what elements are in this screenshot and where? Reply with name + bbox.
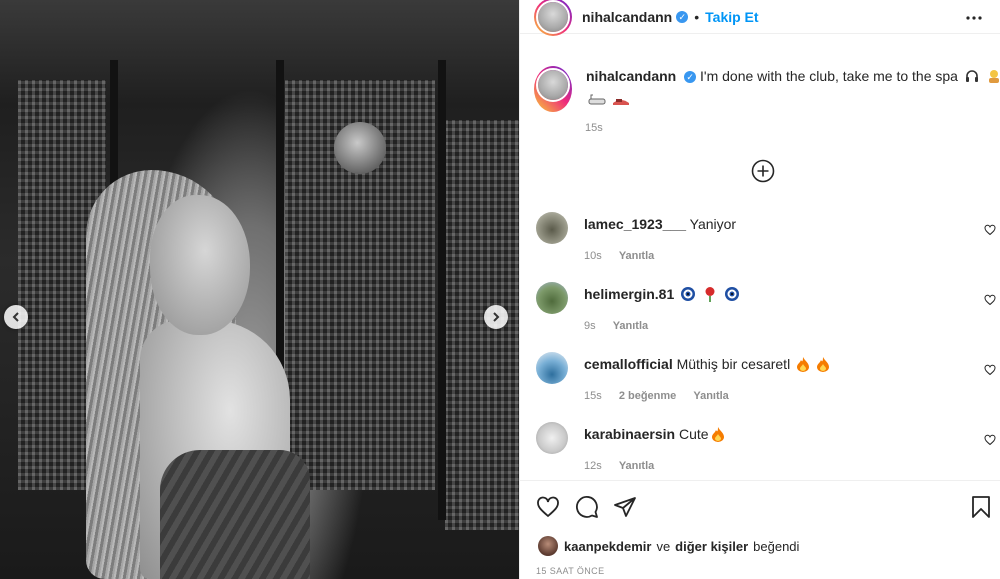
carousel-prev-button[interactable]: [4, 305, 28, 329]
liker-avatar[interactable]: [538, 536, 558, 556]
comment-item: cemallofficial Müthiş bir cesaretl 15s 2…: [536, 352, 996, 412]
commenter-avatar[interactable]: [536, 212, 568, 244]
towel: [160, 450, 310, 579]
comment-item: karabinaersin Cute 12s Yanıtla: [536, 422, 996, 482]
liker-username[interactable]: kaanpekdemir: [564, 539, 651, 554]
heart-icon[interactable]: [984, 294, 996, 306]
heart-icon[interactable]: [536, 495, 560, 519]
plus-circle-icon[interactable]: [751, 159, 775, 183]
reply-button[interactable]: Yanıtla: [619, 250, 654, 262]
post-header: nihalcandann ✓ • Takip Et: [520, 0, 1000, 36]
other-likers-link[interactable]: diğer kişiler: [675, 539, 748, 554]
likes-suffix: beğendi: [753, 538, 800, 554]
caption-username[interactable]: nihalcandann: [586, 68, 676, 84]
post-timestamp[interactable]: 15 SAAT ÖNCE: [536, 566, 605, 576]
fire-emoji-icon: [711, 426, 725, 445]
avatar: [538, 70, 568, 100]
fire-emoji-icon: [816, 356, 830, 375]
shower-head: [334, 122, 386, 174]
nazar-emoji-icon: [724, 286, 740, 305]
carousel-next-button[interactable]: [484, 305, 508, 329]
fire-emoji-icon: [796, 356, 810, 375]
heart-icon[interactable]: [984, 434, 996, 446]
action-bar: [520, 480, 1000, 532]
comment-icon[interactable]: [575, 495, 599, 519]
post-caption: nihalcandann ✓ I'm done with the club, t…: [534, 66, 1000, 112]
person-emoji-icon: [986, 68, 1000, 89]
heart-icon[interactable]: [984, 224, 996, 236]
comment-item: lamec_1923___ Yaniyor 10s Yanıtla: [536, 212, 996, 272]
story-ring[interactable]: [534, 0, 572, 36]
post-username[interactable]: nihalcandann: [582, 9, 672, 25]
comment-username[interactable]: karabinaersin: [584, 426, 675, 442]
comment-likes-button[interactable]: 2 beğenme: [619, 390, 676, 402]
comment-time: 10s: [584, 250, 602, 262]
comment-username[interactable]: cemallofficial: [584, 356, 673, 372]
bookmark-icon[interactable]: [970, 495, 992, 519]
reply-button[interactable]: Yanıtla: [619, 460, 654, 472]
comment-username[interactable]: helimergin.81: [584, 286, 674, 302]
reply-button[interactable]: Yanıtla: [613, 320, 648, 332]
commenter-avatar[interactable]: [536, 422, 568, 454]
pillar: [438, 60, 446, 520]
follow-button[interactable]: Takip Et: [705, 9, 758, 25]
commenter-avatar[interactable]: [536, 282, 568, 314]
figure-face: [150, 195, 250, 335]
comment-text: Müthiş bir cesaretl: [676, 356, 791, 372]
caption-time: 15s: [585, 122, 603, 134]
rose-emoji-icon: [702, 286, 718, 305]
comment-text: Cute: [678, 426, 709, 442]
story-ring[interactable]: [534, 66, 572, 112]
nazar-emoji-icon: [680, 286, 696, 305]
comment-time: 15s: [584, 390, 602, 402]
headphones-emoji-icon: [964, 68, 980, 89]
comment-time: 12s: [584, 460, 602, 472]
paper-plane-icon[interactable]: [613, 495, 637, 519]
post-side-panel: nihalcandann ✓ • Takip Et nihalcandann ✓…: [519, 0, 1000, 579]
comment-username[interactable]: lamec_1923___: [584, 216, 686, 232]
verified-badge-icon: ✓: [676, 10, 689, 23]
mosaic-wall: [445, 120, 519, 530]
bathtub-emoji-icon: [588, 92, 606, 112]
heart-icon[interactable]: [984, 364, 996, 376]
comment-time: 9s: [584, 320, 596, 332]
chevron-right-icon: [493, 312, 500, 322]
likes-summary: kaanpekdemir ve diğer kişiler beğendi: [538, 536, 799, 556]
commenter-avatar[interactable]: [536, 352, 568, 384]
likes-connector: ve: [656, 538, 671, 554]
comment-item: helimergin.81 9s Yanıtla: [536, 282, 996, 342]
reply-button[interactable]: Yanıtla: [693, 390, 728, 402]
separator-dot: •: [694, 8, 700, 25]
chevron-left-icon: [12, 312, 19, 322]
post-photo[interactable]: [0, 0, 519, 579]
caption-text: I'm done with the club, take me to the s…: [700, 68, 958, 84]
avatar: [538, 1, 568, 32]
comment-text: Yaniyor: [689, 216, 737, 232]
more-horizontal-icon[interactable]: [964, 8, 984, 28]
verified-badge-icon: ✓: [684, 71, 697, 83]
slipper-emoji-icon: [612, 92, 630, 112]
